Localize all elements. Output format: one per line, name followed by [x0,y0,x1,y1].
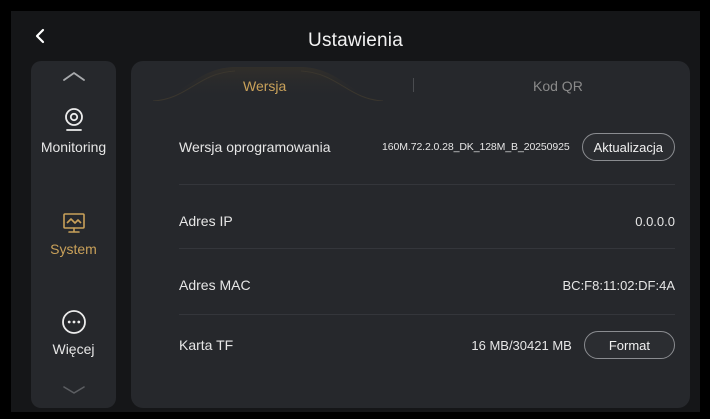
format-button[interactable]: Format [583,331,675,359]
page-title: Ustawienia [308,30,403,51]
firmware-value: 160M.72.2.0.28_DK_128M_B_20250925 [382,141,570,153]
settings-screen: Ustawienia Monitoring System Więcej Wers… [11,11,700,412]
tab-version[interactable]: Wersja [243,78,286,94]
tab-qr-code[interactable]: Kod QR [533,78,583,94]
ip-value: 0.0.0.0 [635,213,675,229]
sidebar-scroll-down[interactable] [31,383,116,397]
ip-label: Adres IP [179,213,233,229]
divider [179,248,675,249]
camera-icon [64,108,83,131]
tf-card-row: Karta TF 16 MB/30421 MB Format [179,314,675,376]
sidebar-item-more[interactable]: Więcej [31,309,116,357]
tab-bar: Wersja Kod QR [131,61,690,111]
sidebar-item-label: Więcej [52,341,95,357]
tf-card-label: Karta TF [179,337,234,353]
content-panel: Wersja Kod QR Wersja oprogramowania 160M… [131,61,690,408]
sidebar-scroll-up[interactable] [31,69,116,83]
update-button[interactable]: Aktualizacja [581,133,675,161]
mac-label: Adres MAC [179,277,251,293]
sidebar-item-label: Monitoring [40,139,107,155]
more-icon [61,310,86,334]
divider [179,184,675,185]
ip-row: Adres IP 0.0.0.0 [179,190,675,252]
mac-row: Adres MAC BC:F8:11:02:DF:4A [179,254,675,316]
sidebar-item-label: System [50,241,97,257]
firmware-label: Wersja oprogramowania [179,139,331,155]
sidebar-item-system[interactable]: System [31,211,116,257]
chevron-down-icon [62,386,85,394]
tab-divider [413,78,414,92]
sidebar: Monitoring System Więcej [31,61,116,408]
firmware-row: Wersja oprogramowania 160M.72.2.0.28_DK_… [179,116,675,178]
mac-value: BC:F8:11:02:DF:4A [562,277,675,293]
chevron-up-icon [62,72,85,81]
tf-card-value: 16 MB/30421 MB [471,337,572,353]
monitor-icon [62,213,85,233]
sidebar-item-monitoring[interactable]: Monitoring [31,107,116,155]
